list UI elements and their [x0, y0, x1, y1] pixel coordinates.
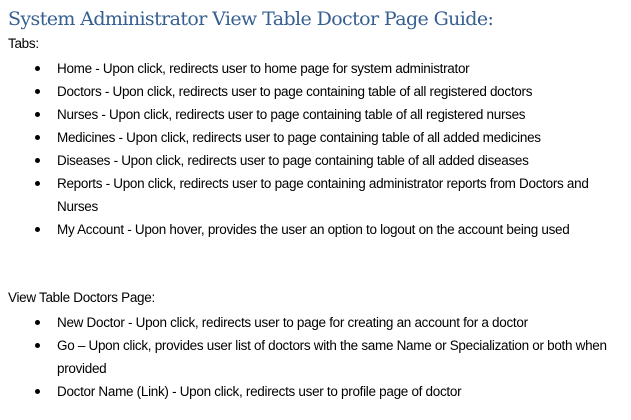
item-text: Home - Upon click, redirects user to hom…: [57, 61, 470, 76]
list-item: Diseases - Upon click, redirects user to…: [0, 149, 617, 172]
item-text: Reports - Upon click, redirects user to …: [57, 176, 589, 214]
list-item: Go – Upon click, provides user list of d…: [0, 334, 617, 380]
item-text: Diseases - Upon click, redirects user to…: [57, 153, 529, 168]
tabs-list: Home - Upon click, redirects user to hom…: [0, 57, 617, 241]
list-item: New Doctor - Upon click, redirects user …: [0, 311, 617, 334]
item-text: Nurses - Upon click, redirects user to p…: [57, 107, 526, 122]
bullet-icon: [35, 181, 40, 186]
page-title: System Administrator View Table Doctor P…: [8, 8, 494, 30]
bullet-icon: [35, 135, 40, 140]
list-item: Reports - Upon click, redirects user to …: [0, 172, 617, 218]
page-section-label: View Table Doctors Page:: [8, 290, 155, 305]
bullet-icon: [35, 389, 40, 394]
item-text: Doctors - Upon click, redirects user to …: [57, 84, 533, 99]
bullet-icon: [35, 227, 40, 232]
list-item: Nurses - Upon click, redirects user to p…: [0, 103, 617, 126]
list-item: Home - Upon click, redirects user to hom…: [0, 57, 617, 80]
list-item: Doctor Name (Link) - Upon click, redirec…: [0, 380, 617, 403]
tabs-label: Tabs:: [8, 36, 39, 51]
page-list: New Doctor - Upon click, redirects user …: [0, 311, 617, 403]
item-text: Medicines - Upon click, redirects user t…: [57, 130, 541, 145]
bullet-icon: [35, 66, 40, 71]
bullet-icon: [35, 112, 40, 117]
list-item: Doctors - Upon click, redirects user to …: [0, 80, 617, 103]
item-text: New Doctor - Upon click, redirects user …: [57, 315, 528, 330]
list-item: My Account - Upon hover, provides the us…: [0, 218, 617, 241]
bullet-icon: [35, 320, 40, 325]
bullet-icon: [35, 89, 40, 94]
item-text: My Account - Upon hover, provides the us…: [57, 222, 570, 237]
item-text: Go – Upon click, provides user list of d…: [57, 338, 607, 376]
bullet-icon: [35, 343, 40, 348]
list-item: Medicines - Upon click, redirects user t…: [0, 126, 617, 149]
item-text: Doctor Name (Link) - Upon click, redirec…: [57, 384, 462, 399]
bullet-icon: [35, 158, 40, 163]
